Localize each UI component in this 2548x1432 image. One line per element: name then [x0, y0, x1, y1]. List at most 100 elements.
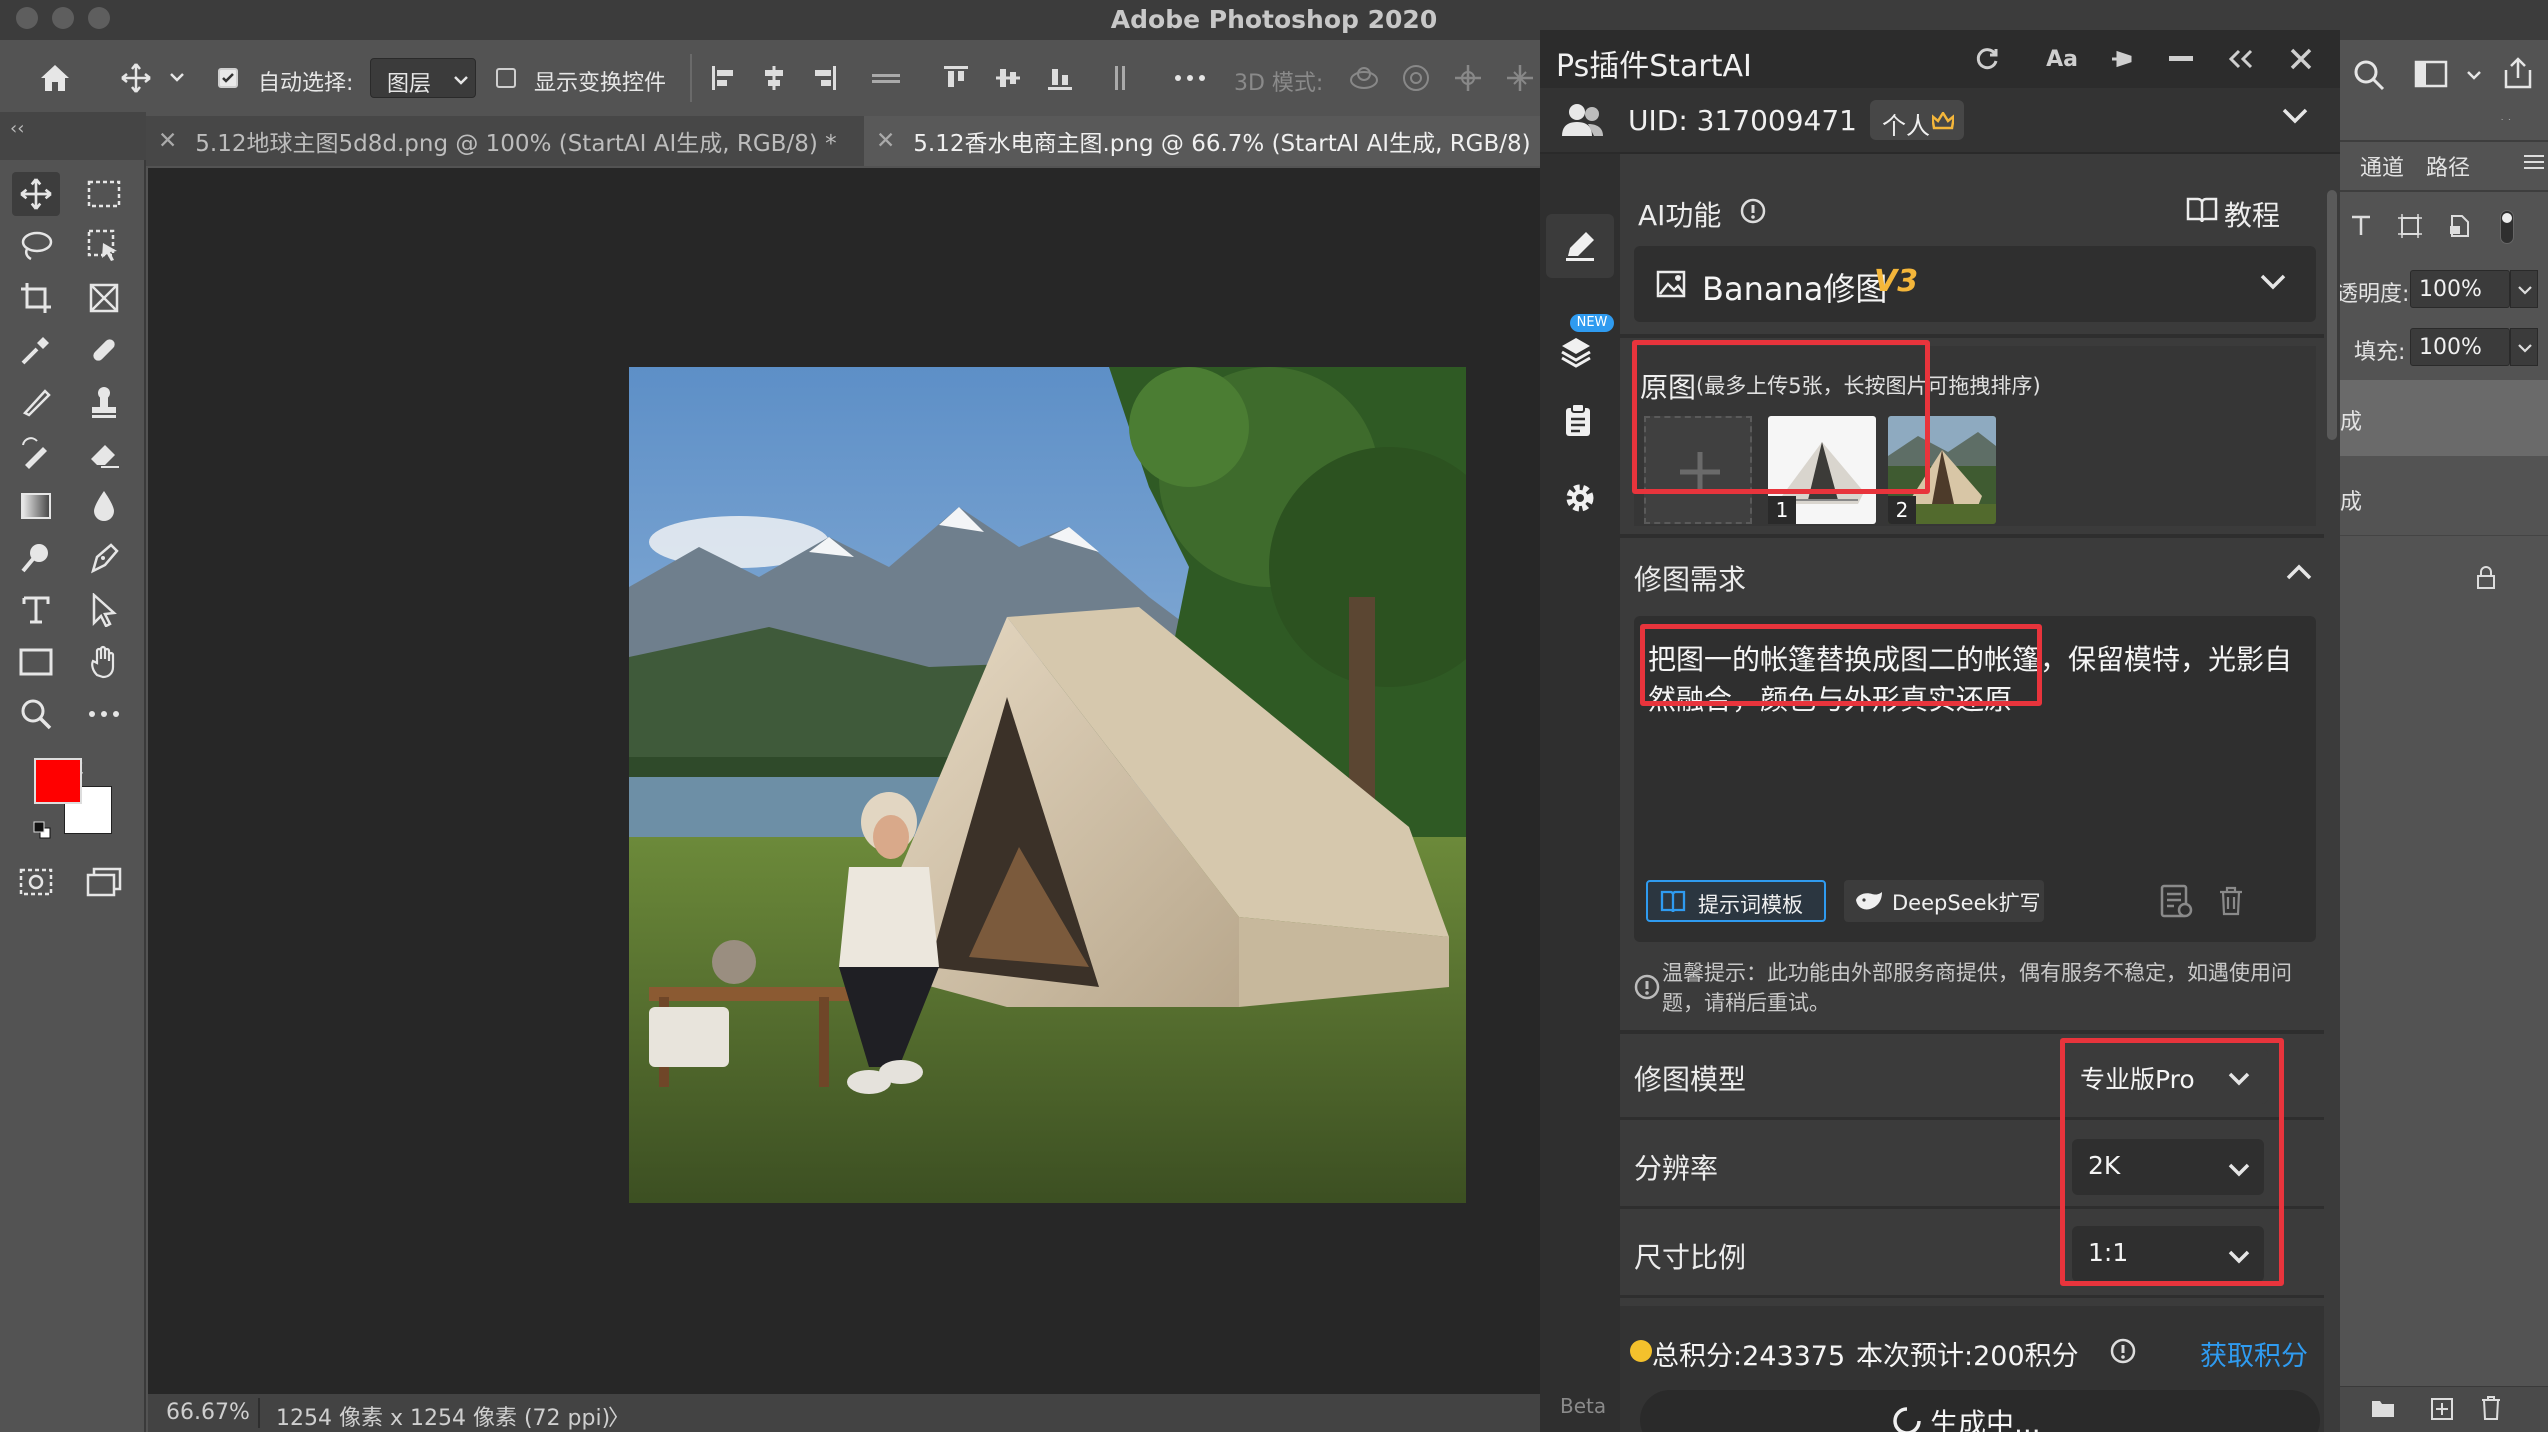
collapse-arrows-icon[interactable]: ‹‹: [10, 118, 24, 139]
deepseek-expand-button[interactable]: DeepSeek扩写: [1844, 880, 2044, 922]
3d-orbit-icon: [1344, 58, 1384, 98]
tutorial-link[interactable]: 教程: [2224, 194, 2280, 234]
chevron-down-icon[interactable]: [2282, 108, 2308, 124]
lock-all-toggle[interactable]: [2500, 210, 2514, 244]
rectangle-tool-icon[interactable]: [12, 640, 60, 684]
plan-badge[interactable]: 个人: [1870, 100, 1964, 140]
opacity-dropdown[interactable]: [2510, 270, 2538, 308]
new-layer-icon[interactable]: [2430, 1397, 2454, 1421]
pen-tool-icon[interactable]: [80, 536, 128, 580]
opacity-input[interactable]: 100%: [2410, 270, 2510, 308]
scrollbar-track[interactable]: [2324, 154, 2340, 1432]
auto-select-dropdown[interactable]: 图层: [370, 58, 476, 98]
frame-tool-icon[interactable]: [80, 276, 128, 320]
move-tool-icon[interactable]: [116, 58, 156, 98]
trash-icon[interactable]: [2480, 1395, 2502, 1421]
path-select-tool-icon[interactable]: [80, 588, 128, 632]
align-center-icon[interactable]: [756, 58, 792, 98]
object-select-tool-icon[interactable]: [80, 224, 128, 268]
tab-document-2[interactable]: ✕ 5.12香水电商主图.png @ 66.7% (StartAI AI生成, R…: [864, 116, 1540, 166]
close-icon[interactable]: ✕: [158, 128, 177, 154]
status-arrow-icon[interactable]: 〉: [608, 1400, 630, 1432]
foreground-color-swatch[interactable]: [34, 758, 82, 804]
share-icon[interactable]: [2502, 56, 2538, 92]
fill-dropdown[interactable]: [2510, 328, 2538, 366]
auto-select-checkbox[interactable]: [218, 68, 238, 88]
lasso-tool-icon[interactable]: [12, 224, 60, 268]
chevron-up-icon[interactable]: [2286, 564, 2312, 580]
search-icon[interactable]: [2352, 58, 2388, 94]
prompt-template-button[interactable]: 提示词模板: [1646, 880, 1826, 922]
show-transform-checkbox[interactable]: [496, 68, 516, 88]
healing-brush-tool-icon[interactable]: [80, 328, 128, 372]
plugin-sidebar: NEW Beta: [1540, 154, 1620, 1432]
font-size-button[interactable]: Aa: [2038, 42, 2086, 76]
history-prompt-icon[interactable]: [2160, 884, 2194, 920]
pencil-icon: [1566, 232, 1594, 261]
artboard-icon[interactable]: [2448, 214, 2470, 238]
align-bottom-icon[interactable]: [1042, 58, 1078, 98]
fill-input[interactable]: 100%: [2410, 328, 2510, 366]
chevron-down-icon[interactable]: [2466, 70, 2484, 82]
align-middle-icon[interactable]: [990, 58, 1026, 98]
align-top-icon[interactable]: [938, 58, 974, 98]
trash-icon[interactable]: [2218, 886, 2244, 916]
refresh-icon[interactable]: [1970, 42, 2004, 76]
more-options-icon[interactable]: [1170, 58, 1210, 98]
collapse-icon[interactable]: [2224, 42, 2258, 76]
dodge-tool-icon[interactable]: [12, 536, 60, 580]
lock-text-icon[interactable]: [2350, 214, 2372, 236]
new-group-icon[interactable]: [2370, 1397, 2396, 1419]
edit-nav-item[interactable]: [1546, 214, 1614, 278]
workspace-icon[interactable]: [2414, 60, 2450, 92]
background-layer-row[interactable]: [2340, 540, 2548, 616]
eraser-tool-icon[interactable]: [80, 432, 128, 476]
crop-tool-icon[interactable]: [12, 276, 60, 320]
edit-toolbar-icon[interactable]: [80, 692, 128, 736]
book-icon[interactable]: [2186, 196, 2218, 224]
auto-select-label: 自动选择:: [258, 71, 354, 96]
align-right-icon[interactable]: [806, 58, 842, 98]
tab-paths[interactable]: 路径: [2426, 150, 2470, 182]
close-icon[interactable]: [2284, 42, 2318, 76]
home-icon[interactable]: [30, 58, 80, 98]
distribute-vertical-icon[interactable]: [1102, 58, 1138, 98]
layer-row[interactable]: 成: [2340, 460, 2548, 536]
info-icon[interactable]: [1740, 198, 1766, 224]
minimize-icon[interactable]: [2164, 42, 2198, 76]
eyedropper-tool-icon[interactable]: [12, 328, 60, 372]
layer-row-selected[interactable]: 成: [2340, 380, 2548, 456]
history-brush-tool-icon[interactable]: [12, 432, 60, 476]
document-image[interactable]: [629, 367, 1466, 1203]
hand-tool-icon[interactable]: [80, 640, 128, 684]
zoom-tool-icon[interactable]: [12, 692, 60, 736]
get-points-link[interactable]: 获取积分: [2200, 1334, 2308, 1373]
marquee-tool-icon[interactable]: [80, 172, 128, 216]
brush-tool-icon[interactable]: [12, 380, 60, 424]
generate-button[interactable]: 生成中...: [1640, 1390, 2320, 1432]
quick-mask-icon[interactable]: [12, 860, 60, 904]
zoom-level[interactable]: 66.67%: [166, 1400, 250, 1425]
ai-model-select[interactable]: Banana修图 V3: [1634, 246, 2316, 322]
lock-position-icon[interactable]: [2398, 214, 2422, 238]
default-colors-icon[interactable]: [32, 820, 54, 842]
align-left-icon[interactable]: [706, 58, 742, 98]
gradient-tool-icon[interactable]: [12, 484, 60, 528]
info-icon[interactable]: [2110, 1338, 2136, 1364]
panel-menu-icon[interactable]: [2524, 154, 2544, 172]
type-tool-icon[interactable]: [12, 588, 60, 632]
clipboard-icon[interactable]: [1564, 404, 1592, 438]
layers-nav-item[interactable]: NEW: [1554, 314, 1614, 374]
screen-mode-icon[interactable]: [80, 860, 128, 904]
distribute-icon[interactable]: [866, 58, 906, 98]
tab-document-1[interactable]: ✕ 5.12地球主图5d8d.png @ 100% (StartAI AI生成, …: [146, 116, 862, 166]
tab-channels[interactable]: 通道: [2360, 150, 2404, 182]
move-tool-icon[interactable]: [12, 172, 60, 216]
close-icon[interactable]: ✕: [876, 128, 895, 154]
blur-tool-icon[interactable]: [80, 484, 128, 528]
clone-stamp-tool-icon[interactable]: [80, 380, 128, 424]
chevron-down-icon[interactable]: [166, 66, 188, 88]
pin-icon[interactable]: [2106, 42, 2140, 76]
settings-icon[interactable]: [1564, 482, 1596, 514]
scrollbar-thumb[interactable]: [2327, 190, 2337, 440]
